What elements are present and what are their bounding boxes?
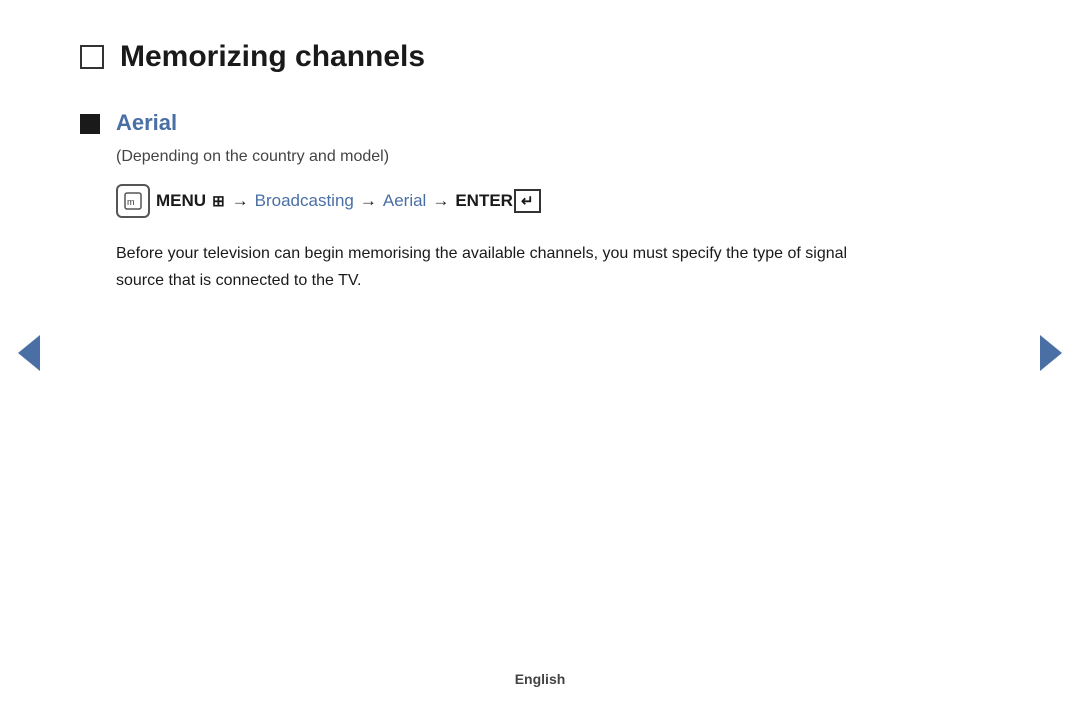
- main-content: Memorizing channels Aerial (Depending on…: [0, 0, 960, 334]
- nav-right-button[interactable]: [1040, 335, 1062, 371]
- arrow-1: →: [232, 191, 249, 211]
- enter-box: ↵: [514, 189, 541, 213]
- section-bullet: [80, 114, 100, 134]
- page-title-row: Memorizing channels: [80, 40, 880, 74]
- svg-text:m: m: [127, 197, 135, 207]
- section-subtitle: (Depending on the country and model): [116, 148, 880, 166]
- nav-left-button[interactable]: [18, 335, 40, 371]
- checkbox-icon: [80, 45, 104, 69]
- footer-language: English: [515, 671, 566, 687]
- menu-grid-icon: ⊞: [212, 192, 226, 210]
- section-title: Aerial: [116, 110, 177, 136]
- page-title: Memorizing channels: [120, 40, 425, 74]
- menu-icon: m: [116, 184, 150, 218]
- broadcasting-link: Broadcasting: [255, 191, 354, 211]
- menu-keyword: MENU: [156, 191, 206, 211]
- arrow-2: →: [360, 191, 377, 211]
- enter-text: ENTER: [455, 191, 513, 211]
- section-description: Before your television can begin memoris…: [116, 240, 880, 294]
- section-header-row: Aerial: [80, 110, 880, 136]
- menu-path: m MENU ⊞ → Broadcasting → Aerial → ENTER…: [116, 184, 880, 218]
- aerial-link: Aerial: [383, 191, 426, 211]
- enter-label: ENTER↵: [455, 189, 540, 213]
- arrow-3: →: [432, 191, 449, 211]
